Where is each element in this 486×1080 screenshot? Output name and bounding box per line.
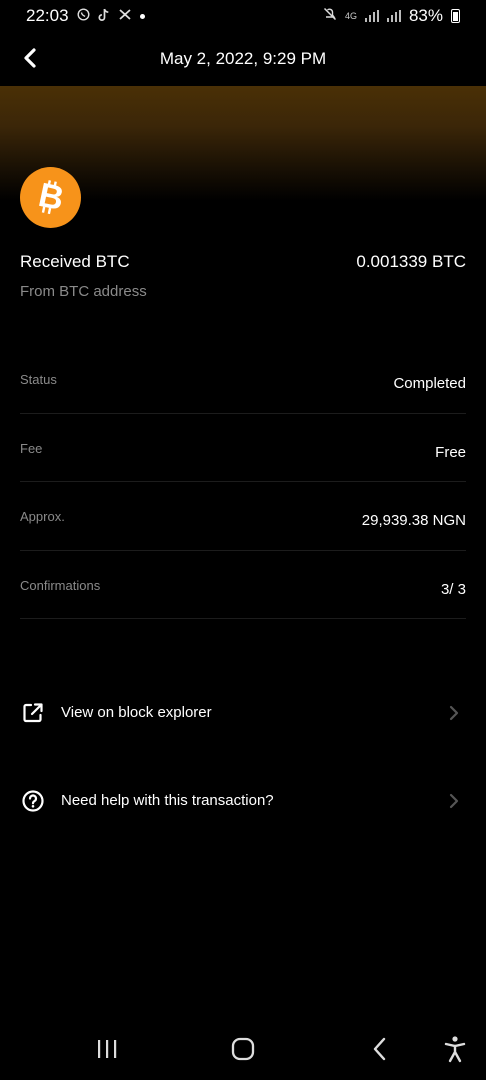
signal-2-icon <box>386 10 401 22</box>
detail-row-status: Status Completed <box>20 345 466 414</box>
detail-value: 3/ 3 <box>440 580 466 598</box>
external-link-icon <box>23 703 43 723</box>
detail-label: Fee <box>20 440 43 456</box>
detail-value: Free <box>435 443 466 461</box>
help-transaction-button[interactable]: Need help with this transaction? <box>0 772 486 832</box>
chevron-left-icon <box>24 48 36 68</box>
back-icon <box>373 1037 386 1061</box>
detail-value: 29,939.38 NGN <box>361 512 466 529</box>
status-right: 4G 83% <box>323 6 460 26</box>
detail-label: Approx. <box>20 509 65 524</box>
battery-icon <box>451 9 460 23</box>
transaction-source: From BTC address <box>20 283 147 300</box>
action-label: View on block explorer <box>61 704 212 721</box>
app-notification-icon <box>118 8 132 24</box>
detail-label: Confirmations <box>20 577 101 593</box>
back-button[interactable] <box>14 42 46 74</box>
notification-dot-icon <box>139 13 145 19</box>
bitcoin-icon: B <box>20 167 81 228</box>
battery-percent: 83% <box>408 6 443 25</box>
recent-apps-icon <box>98 1040 117 1058</box>
status-time: 22:03 <box>26 6 69 25</box>
svg-text:B: B <box>35 178 67 218</box>
accessibility-icon <box>444 1036 466 1063</box>
chevron-right-icon <box>449 793 459 809</box>
system-nav-bar <box>0 1020 486 1080</box>
tiktok-icon <box>98 8 110 25</box>
home-button[interactable] <box>228 1034 258 1064</box>
help-circle-icon <box>22 790 44 812</box>
view-block-explorer-button[interactable]: View on block explorer <box>0 684 486 744</box>
transaction-amount: 0.001339 BTC <box>356 252 466 271</box>
detail-row-confirmations: Confirmations 3/ 3 <box>20 551 466 619</box>
mute-icon <box>323 6 337 26</box>
accessibility-button[interactable] <box>440 1034 470 1064</box>
nav-back-button[interactable] <box>365 1034 395 1064</box>
status-left: 22:03 <box>26 6 145 26</box>
detail-label: Status <box>20 372 57 387</box>
whatsapp-icon <box>77 8 90 24</box>
transaction-type: Received BTC <box>20 252 130 271</box>
chevron-right-icon <box>449 705 459 721</box>
action-label: Need help with this transaction? <box>61 792 274 809</box>
detail-row-approx: Approx. 29,939.38 NGN <box>20 482 466 551</box>
details-list: Status Completed Fee Free Approx. 29,939… <box>20 345 466 619</box>
screen: 22:03 4G 83% May 2, 2022, 9:29 PM B Rece… <box>0 0 486 1080</box>
status-bar: 22:03 4G 83% <box>0 0 486 32</box>
detail-row-fee: Fee Free <box>20 414 466 482</box>
page-title: May 2, 2022, 9:29 PM <box>159 49 327 68</box>
detail-value: Completed <box>393 375 466 392</box>
header: May 2, 2022, 9:29 PM <box>0 36 486 82</box>
home-icon <box>231 1037 255 1061</box>
network-type-label: 4G <box>344 10 357 21</box>
signal-1-icon <box>364 10 379 22</box>
recent-apps-button[interactable] <box>92 1034 122 1064</box>
